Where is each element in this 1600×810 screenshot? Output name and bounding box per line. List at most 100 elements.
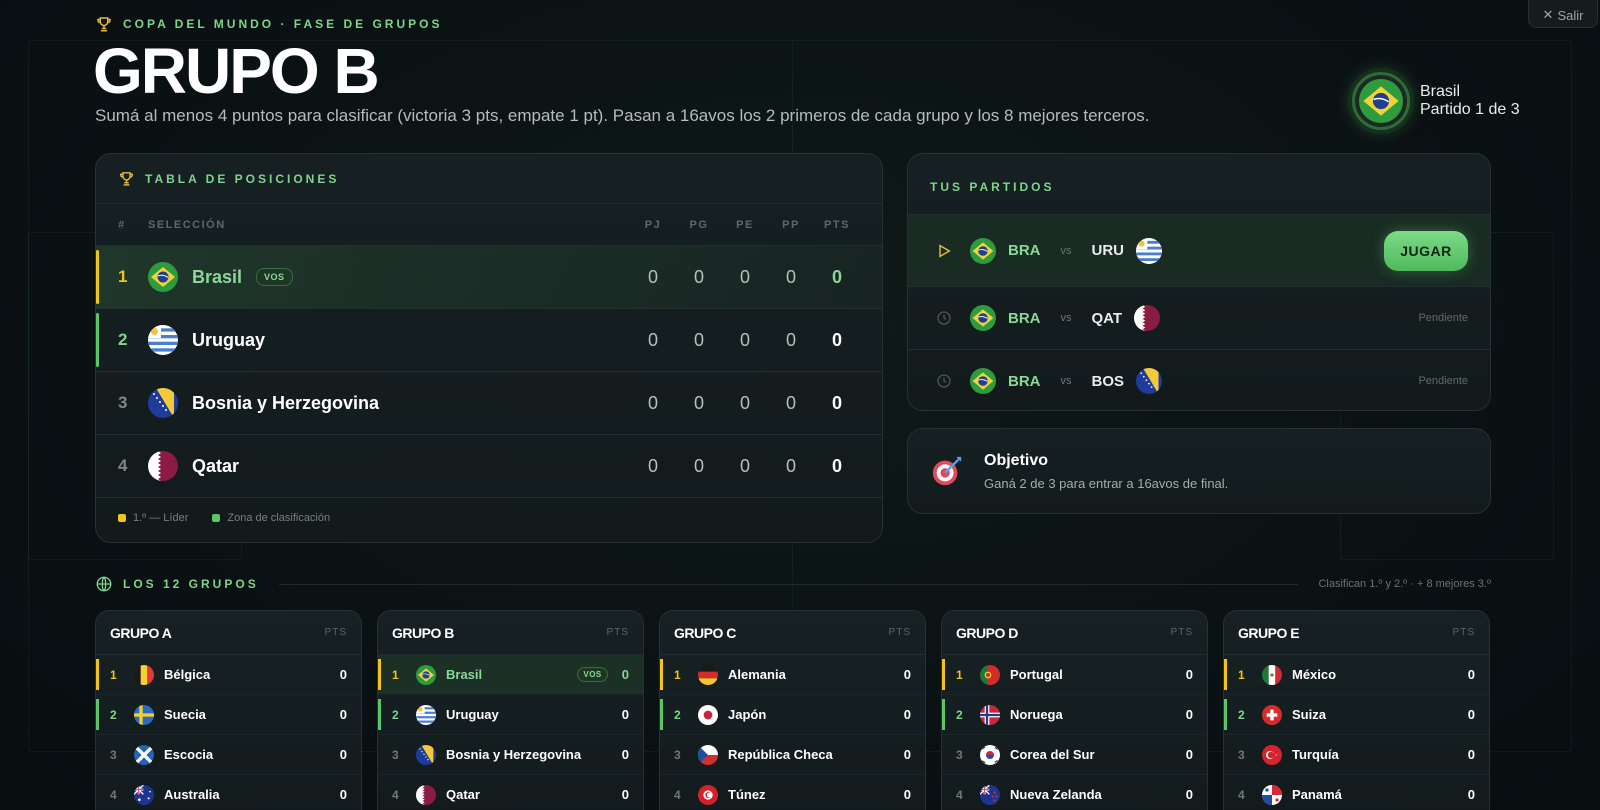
close-icon: ✕ [1542,7,1554,22]
group-row-pos: 2 [110,707,117,722]
row-pos: 4 [118,456,128,475]
australia-flag-icon [134,785,154,805]
group-row-pts: 0 [621,707,629,722]
leader-dot-icon [118,514,126,522]
groups-note: Clasifican 1.º y 2.º · + 8 mejores 3.º [1318,578,1491,590]
group-row-pts: 0 [339,667,347,682]
group-row: 2 Suecia 0 [96,695,361,735]
group-row-name: Noruega [1010,707,1063,722]
legend-leader: 1.º — Líder [133,512,189,524]
standings-row[interactable]: 4 Qatar 0 0 0 0 0 [96,435,882,498]
group-row-pts: 0 [339,747,347,762]
play-button[interactable]: JUGAR [1384,230,1468,271]
group-row-pts: 0 [1185,747,1193,762]
switzerland-flag-icon [1262,705,1282,725]
group-row-pts: 0 [1467,667,1475,682]
standings-column-header: # SELECCIÓN PJ PG PE PP PTS [96,204,882,246]
japan-flag-icon [698,705,718,725]
group-row-name: Portugal [1010,667,1063,682]
portugal-flag-icon [980,665,1000,685]
group-row-pos: 4 [674,787,681,802]
row-pg: 0 [693,392,704,413]
row-pj: 0 [647,266,658,287]
brasil-flag-icon [970,368,996,394]
standings-row[interactable]: 3 Bosnia y Herzegovina 0 0 0 0 0 [96,372,882,435]
eyebrow-text: COPA DEL MUNDO · FASE DE GRUPOS [123,17,443,31]
row-pos: 1 [118,267,128,286]
qatar-flag-icon [416,785,436,805]
group-card-c[interactable]: GRUPO C PTS 1 Alemania 0 2 Japón 0 3 República… [659,610,926,810]
group-pts-label: PTS [324,627,347,638]
match-row[interactable]: BRA vs QAT Pendiente [908,286,1490,349]
row-pts: 0 [831,455,842,476]
row-pg: 0 [693,329,704,350]
group-row-pts: 0 [903,747,911,762]
group-row-name: Túnez [728,787,766,802]
group-card-e[interactable]: GRUPO E PTS 1 México 0 2 Suiza 0 3 Turquía 0 4 P… [1223,610,1490,810]
group-row-pos: 3 [110,747,117,762]
group-row: 4 Túnez 0 [660,775,925,810]
bosnia-flag-icon [148,388,178,418]
standings-row[interactable]: 2 Uruguay 0 0 0 0 0 [96,309,882,372]
col-num: # [118,218,126,231]
group-row: 2 Japón 0 [660,695,925,735]
group-row: 3 Escocia 0 [96,735,361,775]
group-row-pos: 4 [956,787,963,802]
group-row-pos: 2 [956,707,963,722]
group-title: GRUPO D [956,624,1018,641]
tunisia-flag-icon [698,785,718,805]
group-row-pos: 3 [674,747,681,762]
group-row-pos: 3 [1238,747,1245,762]
matches-title: TUS PARTIDOS [930,180,1055,194]
group-row-pos: 3 [392,747,399,762]
col-pj: PJ [644,218,662,231]
row-pts: 0 [831,266,842,287]
group-row-pts: 0 [621,667,629,682]
row-pj: 0 [647,329,658,350]
panama-flag-icon [1262,785,1282,805]
col-pts: PTS [824,218,850,231]
group-row: 3 Bosnia y Herzegovina 0 [378,735,643,775]
exit-button[interactable]: ✕ Salir [1528,0,1598,28]
group-pts-label: PTS [606,627,629,638]
match-row[interactable]: BRA vs URU JUGAR [908,214,1490,286]
group-row-name: Alemania [728,667,786,682]
group-pts-label: PTS [888,627,911,638]
group-row: 4 Panamá 0 [1224,775,1489,810]
group-row-name: Suiza [1292,707,1326,722]
match-home: BRA [1008,372,1041,390]
legend-qualify: Zona de clasificación [227,512,331,524]
row-pts: 0 [831,392,842,413]
group-row: 1 Alemania 0 [660,655,925,695]
match-home: BRA [1008,242,1041,259]
group-row-pos: 4 [110,787,117,802]
brasil-flag-icon [148,262,178,292]
team-badge: Brasil Partido 1 de 3 [1352,72,1520,130]
group-title: GRUPO E [1238,624,1300,641]
group-row: 4 Australia 0 [96,775,361,810]
row-team: Qatar [192,455,240,476]
group-card-a[interactable]: GRUPO A PTS 1 Bélgica 0 2 Suecia 0 3 Escocia 0 … [95,610,362,810]
standings-row[interactable]: 1 Brasil VOS 0 0 0 0 0 [96,246,882,309]
group-row-pos: 1 [956,667,963,682]
clock-icon [930,310,958,326]
group-row-pts: 0 [339,707,347,722]
row-pos: 2 [118,330,128,349]
group-row-name: Corea del Sur [1010,747,1095,762]
group-row: 4 Qatar 0 [378,775,643,810]
row-team: Brasil [192,266,243,287]
group-card-b[interactable]: GRUPO B PTS 1 Brasil VOS 0 2 Uruguay 0 3 Bosnia… [377,610,644,810]
row-pe: 0 [739,455,750,476]
group-card-d[interactable]: GRUPO D PTS 1 Portugal 0 2 Noruega 0 3 Corea d… [941,610,1208,810]
match-away: URU [1091,242,1125,259]
match-row[interactable]: BRA vs BOS Pendiente [908,349,1490,412]
row-pp: 0 [785,455,796,476]
group-row-name: Bosnia y Herzegovina [446,747,582,762]
row-pg: 0 [693,266,704,287]
you-badge: VOS [256,268,293,286]
match-vs: vs [1060,312,1072,324]
turkey-flag-icon [1262,745,1282,765]
exit-label: Salir [1557,7,1584,23]
standings-title: TABLA DE POSICIONES [145,171,340,186]
group-row-name: México [1292,667,1337,682]
